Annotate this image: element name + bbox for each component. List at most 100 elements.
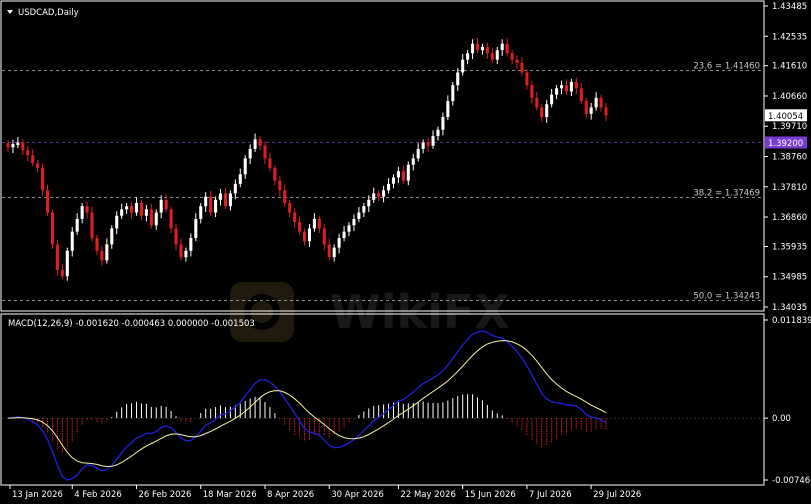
candle-body bbox=[302, 231, 307, 242]
candle-body bbox=[520, 62, 524, 73]
candle-body bbox=[466, 53, 470, 60]
candle-body bbox=[387, 183, 391, 191]
time-tick-label: 8 Apr 2026 bbox=[267, 490, 314, 500]
candle-body bbox=[525, 72, 529, 86]
price-tick-label: 1.39710 bbox=[772, 122, 807, 132]
candle-body bbox=[174, 228, 178, 245]
candle-body bbox=[65, 250, 69, 277]
candle-body bbox=[500, 43, 504, 51]
candle-body bbox=[95, 238, 99, 251]
candle-body bbox=[426, 142, 430, 146]
time-tick-label: 22 May 2026 bbox=[400, 490, 455, 500]
candle-body bbox=[342, 231, 346, 239]
candle-body bbox=[228, 193, 232, 207]
time-tick-label: 29 Jul 2026 bbox=[593, 490, 641, 500]
candle-body bbox=[258, 139, 262, 146]
candle-body bbox=[456, 72, 460, 86]
macd-tick-label: 0.011839 bbox=[772, 316, 811, 326]
candle-body bbox=[36, 163, 40, 168]
candle-body bbox=[16, 142, 20, 146]
candle-body bbox=[268, 158, 272, 168]
candle-body bbox=[322, 228, 326, 245]
candle-body bbox=[421, 142, 425, 149]
marker-price-label: 1.39200 bbox=[768, 139, 803, 149]
current-price-label: 1.40054 bbox=[768, 112, 803, 122]
candle-body bbox=[115, 215, 119, 229]
macd-title: MACD(12,26,9) -0.001620 -0.000463 0.0000… bbox=[8, 319, 255, 329]
price-tick-label: 1.38760 bbox=[772, 153, 807, 163]
candle-body bbox=[372, 193, 376, 200]
candle-body bbox=[382, 190, 386, 197]
candle-body bbox=[555, 88, 559, 95]
candle-body bbox=[436, 129, 440, 137]
candle-body bbox=[199, 206, 203, 219]
candle-body bbox=[317, 218, 321, 229]
candle-body bbox=[490, 53, 494, 60]
candle-body bbox=[589, 107, 593, 114]
time-tick-label: 18 Mar 2026 bbox=[203, 490, 257, 500]
candle-body bbox=[125, 206, 129, 210]
candle-body bbox=[599, 97, 603, 108]
candle-body bbox=[451, 85, 455, 102]
chart-root: WikiFX 23.6 = 1.41460 38.2 = 1.37469 50.0 … bbox=[0, 0, 811, 504]
candle-body bbox=[559, 85, 564, 89]
candle-body bbox=[332, 247, 336, 258]
candle-body bbox=[594, 97, 598, 108]
candle-body bbox=[564, 85, 568, 92]
candle-body bbox=[85, 206, 89, 213]
candle-body bbox=[461, 59, 465, 73]
watermark-logo: WikiFX bbox=[230, 282, 510, 342]
candle-body bbox=[243, 158, 247, 175]
candle-body bbox=[569, 81, 573, 92]
candle-body bbox=[298, 222, 302, 232]
candle-body bbox=[401, 171, 405, 181]
candle-body bbox=[209, 196, 213, 213]
candle-body bbox=[485, 46, 489, 54]
price-tick-label: 1.40660 bbox=[772, 92, 807, 102]
candle-body bbox=[31, 155, 35, 164]
candle-body bbox=[396, 171, 400, 178]
candle-body bbox=[149, 209, 153, 226]
candle-body bbox=[307, 228, 312, 242]
candle-body bbox=[411, 158, 415, 165]
candle-body bbox=[312, 218, 316, 229]
candle-body bbox=[159, 199, 163, 213]
fib-label: 38.2 = 1.37469 bbox=[693, 189, 760, 199]
candle-body bbox=[26, 150, 30, 156]
chart-title: USDCAD,Daily bbox=[18, 8, 79, 18]
time-tick-label: 4 Feb 2026 bbox=[74, 490, 122, 500]
candle-body bbox=[441, 117, 445, 130]
candle-body bbox=[446, 101, 450, 118]
candle-body bbox=[293, 212, 297, 223]
candle-body bbox=[144, 209, 148, 216]
candle-body bbox=[194, 218, 198, 239]
candle-body bbox=[6, 143, 10, 148]
price-tick-label: 1.34035 bbox=[772, 303, 807, 313]
candle-body bbox=[510, 53, 514, 60]
candle-body bbox=[416, 148, 420, 159]
candle-body bbox=[357, 212, 361, 219]
candle-body bbox=[248, 148, 252, 159]
candle-body bbox=[377, 193, 381, 197]
candle-body bbox=[120, 209, 124, 216]
candle-body bbox=[21, 142, 25, 151]
candle-body bbox=[214, 199, 218, 213]
candle-body bbox=[11, 144, 15, 148]
candle-body bbox=[164, 199, 168, 210]
candle-body bbox=[604, 107, 608, 116]
candle-body bbox=[223, 193, 227, 207]
candle-body bbox=[545, 104, 549, 118]
fib-label: 23.6 = 1.41460 bbox=[693, 62, 760, 72]
candle-body bbox=[273, 167, 277, 181]
candle-body bbox=[391, 177, 396, 184]
candle-body bbox=[362, 206, 366, 213]
candle-body bbox=[471, 43, 475, 54]
candle-body bbox=[431, 136, 435, 146]
candle-body bbox=[184, 250, 188, 258]
candle-body bbox=[110, 228, 114, 245]
candle-body bbox=[169, 209, 173, 229]
candle-body bbox=[263, 145, 267, 159]
candle-body bbox=[189, 238, 193, 251]
candle-body bbox=[253, 139, 257, 149]
candle-body bbox=[130, 206, 134, 213]
